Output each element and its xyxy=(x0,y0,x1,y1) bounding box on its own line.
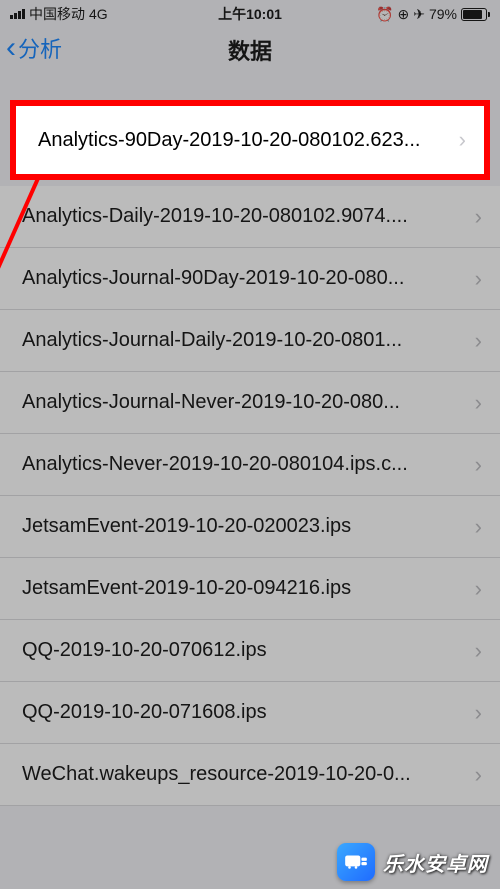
list-item-label: Analytics-Journal-Daily-2019-10-20-0801.… xyxy=(22,329,475,352)
list-item-label: Analytics-Daily-2019-10-20-080102.9074..… xyxy=(22,205,475,228)
list-item[interactable]: Analytics-Journal-90Day-2019-10-20-080..… xyxy=(0,248,500,310)
chevron-right-icon: › xyxy=(475,576,482,602)
list-item-label: WeChat.wakeups_resource-2019-10-20-0... xyxy=(22,763,475,786)
back-label: 分析 xyxy=(18,32,62,64)
chevron-left-icon: ‹ xyxy=(6,33,16,63)
list-item[interactable]: QQ-2019-10-20-070612.ips › xyxy=(0,620,500,682)
list-item-label: JetsamEvent-2019-10-20-094216.ips xyxy=(22,577,475,600)
chevron-right-icon: › xyxy=(475,762,482,788)
signal-icon xyxy=(10,9,25,19)
orientation-lock-icon: ⊕ xyxy=(398,6,410,23)
back-button[interactable]: ‹ 分析 xyxy=(0,32,62,64)
chevron-right-icon: › xyxy=(475,204,482,230)
list-item-label: Analytics-Journal-Never-2019-10-20-080..… xyxy=(22,391,475,414)
watermark-logo-icon xyxy=(337,843,375,881)
nav-header: ‹ 分析 数据 xyxy=(0,28,500,84)
list-item-label: Analytics-Never-2019-10-20-080104.ips.c.… xyxy=(22,453,475,476)
chevron-right-icon: › xyxy=(475,266,482,292)
list-item[interactable]: Analytics-Journal-Never-2019-10-20-080..… xyxy=(0,372,500,434)
watermark-text: 乐水安卓网 xyxy=(383,848,488,877)
battery-icon xyxy=(461,8,490,21)
chevron-right-icon: › xyxy=(475,328,482,354)
list-item[interactable]: JetsamEvent-2019-10-20-020023.ips › xyxy=(0,496,500,558)
list-item[interactable]: QQ-2019-10-20-071608.ips › xyxy=(0,682,500,744)
chevron-right-icon: › xyxy=(475,638,482,664)
list-item[interactable]: Analytics-Journal-Daily-2019-10-20-0801.… xyxy=(0,310,500,372)
page-title: 数据 xyxy=(228,34,272,66)
chevron-right-icon: › xyxy=(475,700,482,726)
list-item[interactable]: JetsamEvent-2019-10-20-094216.ips › xyxy=(0,558,500,620)
list-item[interactable]: Analytics-Daily-2019-10-20-080102.9074..… xyxy=(0,186,500,248)
chevron-right-icon: › xyxy=(475,390,482,416)
list-item-label: Analytics-Journal-90Day-2019-10-20-080..… xyxy=(22,267,475,290)
list-item[interactable]: Analytics-Never-2019-10-20-080104.ips.c.… xyxy=(0,434,500,496)
chevron-right-icon: › xyxy=(475,514,482,540)
watermark: 乐水安卓网 xyxy=(337,843,488,881)
time-label: 上午10:01 xyxy=(218,4,282,24)
battery-pct: 79% xyxy=(429,6,457,22)
list-item-label: QQ-2019-10-20-071608.ips xyxy=(22,701,475,724)
carrier-label: 中国移动 xyxy=(29,4,85,24)
data-list: Analytics-Daily-2019-10-20-080102.9074..… xyxy=(0,84,500,806)
network-label: 4G xyxy=(89,6,108,22)
chevron-right-icon: › xyxy=(475,452,482,478)
alarm-icon: ⏰ xyxy=(376,6,393,23)
list-item-label: JetsamEvent-2019-10-20-020023.ips xyxy=(22,515,475,538)
list-item[interactable]: WeChat.wakeups_resource-2019-10-20-0... … xyxy=(0,744,500,806)
list-item-label: QQ-2019-10-20-070612.ips xyxy=(22,639,475,662)
location-icon: ✈ xyxy=(413,6,425,23)
status-bar: 中国移动 4G 上午10:01 ⏰ ⊕ ✈ 79% xyxy=(0,0,500,28)
